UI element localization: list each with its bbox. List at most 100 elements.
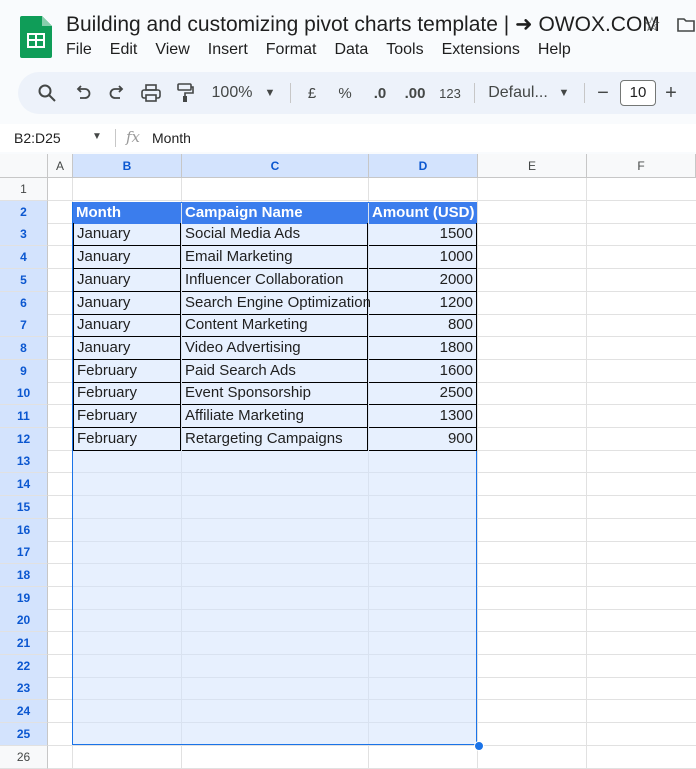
table-cell[interactable]: January bbox=[73, 337, 181, 360]
column-header-e[interactable]: E bbox=[478, 154, 587, 178]
table-cell[interactable]: January bbox=[73, 269, 181, 292]
table-cell[interactable]: Search Engine Optimization bbox=[182, 292, 371, 315]
row-header-6[interactable]: 6 bbox=[0, 292, 48, 315]
table-cell[interactable]: 1200 bbox=[369, 292, 477, 315]
table-cell[interactable]: 2500 bbox=[369, 382, 477, 405]
table-cell[interactable]: February bbox=[73, 382, 181, 405]
fill-handle[interactable] bbox=[474, 741, 484, 751]
row-header-8[interactable]: 8 bbox=[0, 337, 48, 360]
chevron-down-icon[interactable]: ▼ bbox=[556, 72, 572, 114]
row-header-7[interactable]: 7 bbox=[0, 314, 48, 337]
table-cell[interactable]: Video Advertising bbox=[182, 337, 368, 360]
select-all-corner[interactable] bbox=[0, 154, 48, 178]
column-header-f[interactable]: F bbox=[587, 154, 696, 178]
chevron-down-icon[interactable]: ▼ bbox=[262, 72, 278, 114]
menu-extensions[interactable]: Extensions bbox=[442, 41, 520, 59]
table-cell[interactable]: Social Media Ads bbox=[182, 223, 368, 246]
table-cell[interactable]: January bbox=[73, 223, 181, 246]
table-cell[interactable]: January bbox=[73, 246, 181, 269]
star-icon[interactable]: ☆ bbox=[643, 12, 661, 37]
row-header-9[interactable]: 9 bbox=[0, 360, 48, 383]
row-header-14[interactable]: 14 bbox=[0, 473, 48, 496]
table-cell[interactable]: Content Marketing bbox=[182, 314, 368, 337]
menu-insert[interactable]: Insert bbox=[208, 41, 248, 59]
menu-help[interactable]: Help bbox=[538, 41, 571, 59]
paint-format-icon[interactable] bbox=[172, 72, 198, 114]
sheets-logo-icon[interactable] bbox=[20, 16, 52, 58]
table-cell[interactable]: Influencer Collaboration bbox=[182, 269, 368, 292]
row-header-11[interactable]: 11 bbox=[0, 405, 48, 428]
row-header-12[interactable]: 12 bbox=[0, 428, 48, 451]
search-icon[interactable] bbox=[34, 72, 60, 114]
menu-tools[interactable]: Tools bbox=[386, 41, 423, 59]
row-header-13[interactable]: 13 bbox=[0, 450, 48, 473]
table-cell[interactable]: Paid Search Ads bbox=[182, 360, 368, 383]
chevron-down-icon[interactable]: ▼ bbox=[92, 131, 102, 142]
row-header-18[interactable]: 18 bbox=[0, 564, 48, 587]
menu-file[interactable]: File bbox=[66, 41, 92, 59]
row-header-24[interactable]: 24 bbox=[0, 700, 48, 723]
zoom-select[interactable]: 100% bbox=[208, 72, 256, 114]
table-cell[interactable]: Event Sponsorship bbox=[182, 382, 368, 405]
font-size-input[interactable]: 10 bbox=[620, 80, 656, 106]
name-box[interactable]: B2:D25 bbox=[14, 130, 61, 146]
number-format-button[interactable]: 123 bbox=[437, 72, 463, 114]
row-header-16[interactable]: 16 bbox=[0, 519, 48, 542]
row-header-23[interactable]: 23 bbox=[0, 677, 48, 700]
row-header-15[interactable]: 15 bbox=[0, 496, 48, 519]
table-cell[interactable]: 2000 bbox=[369, 269, 477, 292]
menu-view[interactable]: View bbox=[155, 41, 189, 59]
column-header-b[interactable]: B bbox=[73, 154, 182, 178]
table-cell[interactable]: Email Marketing bbox=[182, 246, 368, 269]
row-header-3[interactable]: 3 bbox=[0, 223, 48, 246]
move-folder-icon[interactable] bbox=[676, 15, 696, 35]
sheet-grid[interactable]: A B C D E F 1 2 3 4 5 6 7 8 9 10 11 12 13 14 15 16 17 18 1… bbox=[0, 154, 696, 769]
table-cell[interactable]: 900 bbox=[369, 428, 477, 451]
row-header-2[interactable]: 2 bbox=[0, 201, 48, 224]
table-cell[interactable]: 800 bbox=[369, 314, 477, 337]
redo-icon[interactable] bbox=[104, 72, 130, 114]
header-cell-amount[interactable]: Amount (USD) bbox=[369, 202, 477, 224]
row-header-17[interactable]: 17 bbox=[0, 541, 48, 564]
table-cell[interactable]: February bbox=[73, 360, 181, 383]
table-cell[interactable]: 1800 bbox=[369, 337, 477, 360]
undo-icon[interactable] bbox=[70, 72, 96, 114]
decrease-font-size-button[interactable]: − bbox=[594, 72, 612, 114]
print-icon[interactable] bbox=[138, 72, 164, 114]
header-cell-campaign-name[interactable]: Campaign Name bbox=[182, 202, 368, 224]
table-cell[interactable]: February bbox=[73, 405, 181, 428]
row-header-21[interactable]: 21 bbox=[0, 632, 48, 655]
row-header-25[interactable]: 25 bbox=[0, 723, 48, 746]
decrease-decimal-button[interactable]: .0 bbox=[368, 72, 392, 114]
formula-input[interactable]: Month bbox=[152, 130, 191, 146]
percent-button[interactable]: % bbox=[335, 72, 355, 114]
row-header-20[interactable]: 20 bbox=[0, 609, 48, 632]
table-cell[interactable]: Retargeting Campaigns bbox=[182, 428, 368, 451]
table-cell[interactable]: Affiliate Marketing bbox=[182, 405, 368, 428]
menu-format[interactable]: Format bbox=[266, 41, 317, 59]
row-header-5[interactable]: 5 bbox=[0, 269, 48, 292]
column-header-a[interactable]: A bbox=[48, 154, 73, 178]
column-header-d[interactable]: D bbox=[369, 154, 478, 178]
row-header-26[interactable]: 26 bbox=[0, 746, 48, 769]
menu-edit[interactable]: Edit bbox=[110, 41, 138, 59]
table-cell[interactable]: 1000 bbox=[369, 246, 477, 269]
table-cell[interactable]: January bbox=[73, 314, 181, 337]
column-header-c[interactable]: C bbox=[182, 154, 369, 178]
currency-button[interactable]: £ bbox=[302, 72, 322, 114]
document-title[interactable]: Building and customizing pivot charts te… bbox=[66, 12, 660, 37]
table-cell[interactable]: 1600 bbox=[369, 360, 477, 383]
row-header-19[interactable]: 19 bbox=[0, 587, 48, 610]
increase-font-size-button[interactable]: + bbox=[662, 72, 680, 114]
menu-data[interactable]: Data bbox=[334, 41, 368, 59]
increase-decimal-button[interactable]: .00 bbox=[400, 72, 430, 114]
row-header-1[interactable]: 1 bbox=[0, 178, 48, 201]
header-cell-month[interactable]: Month bbox=[73, 202, 181, 224]
row-header-10[interactable]: 10 bbox=[0, 382, 48, 405]
table-cell[interactable]: February bbox=[73, 428, 181, 451]
row-header-22[interactable]: 22 bbox=[0, 655, 48, 678]
table-cell[interactable]: 1300 bbox=[369, 405, 477, 428]
table-cell[interactable]: 1500 bbox=[369, 223, 477, 246]
table-cell[interactable]: January bbox=[73, 292, 181, 315]
font-select[interactable]: Defaul... bbox=[486, 72, 550, 114]
